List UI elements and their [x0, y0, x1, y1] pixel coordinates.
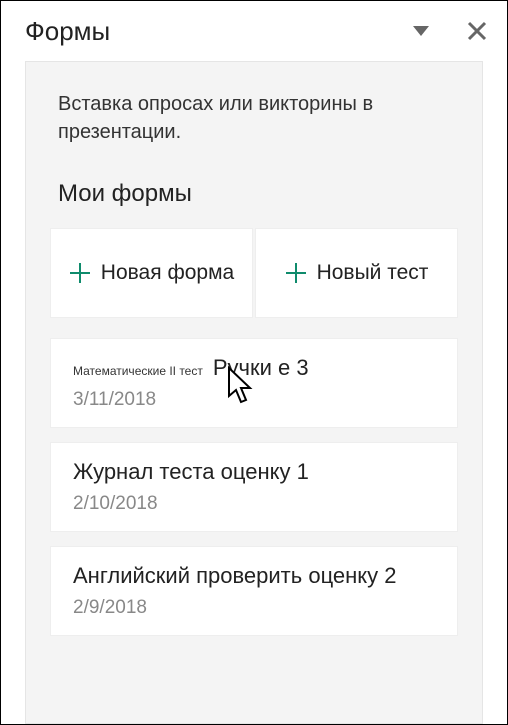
new-quiz-button[interactable]: Новый тест — [255, 228, 458, 318]
forms-pane: Формы Вставка опросах или викторины в пр… — [0, 0, 508, 725]
dropdown-icon[interactable] — [405, 15, 437, 47]
close-icon[interactable] — [461, 15, 493, 47]
form-item-title: Журнал теста оценку 1 — [73, 459, 309, 485]
form-item-title-row: Английский проверить оценку 2 — [73, 563, 435, 589]
form-item[interactable]: Математические II тест Ручки е 3 3/11/20… — [50, 338, 458, 428]
form-item-date: 2/10/2018 — [73, 493, 435, 515]
form-item-title-row: Журнал теста оценку 1 — [73, 459, 435, 485]
form-item-title-row: Математические II тест Ручки е 3 — [73, 355, 435, 381]
new-buttons-row: Новая форма Новый тест — [50, 228, 458, 318]
new-form-label: Новая форма — [101, 261, 234, 285]
form-item-date: 3/11/2018 — [73, 389, 435, 411]
form-item-date: 2/9/2018 — [73, 597, 435, 619]
section-title: Мои формы — [50, 174, 458, 228]
intro-text: Вставка опросах или викторины в презента… — [50, 62, 458, 174]
pane-header: Формы — [1, 1, 507, 61]
form-item-prefix: Математические II тест — [73, 364, 203, 378]
new-form-button[interactable]: Новая форма — [50, 228, 253, 318]
form-item[interactable]: Журнал теста оценку 1 2/10/2018 — [50, 442, 458, 532]
form-item-title: Ручки е 3 — [213, 355, 309, 381]
form-item-title: Английский проверить оценку 2 — [73, 563, 397, 589]
new-quiz-label: Новый тест — [317, 261, 429, 285]
plus-icon — [69, 262, 91, 284]
form-item[interactable]: Английский проверить оценку 2 2/9/2018 — [50, 546, 458, 636]
plus-icon — [285, 262, 307, 284]
pane-title: Формы — [25, 16, 381, 47]
pane-body: Вставка опросах или викторины в презента… — [25, 61, 483, 724]
